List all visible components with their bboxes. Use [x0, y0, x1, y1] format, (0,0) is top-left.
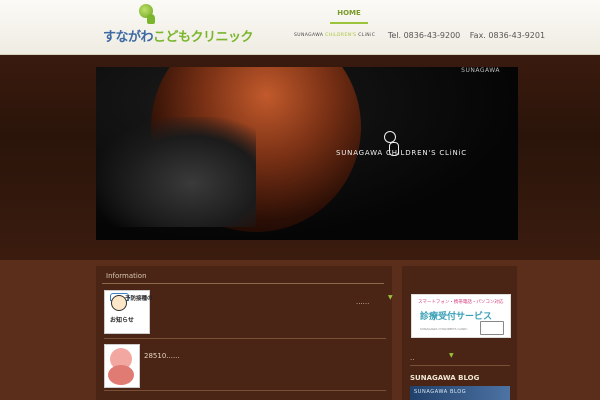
divider — [102, 283, 384, 284]
information-panel: Information 予防接種の お知らせ ...... ▼ 28510...… — [96, 266, 393, 400]
fax-number: Fax. 0836-43-9201 — [469, 31, 546, 40]
child-body-icon — [108, 365, 134, 385]
reception-service-banner[interactable]: スマートフォン・携帯電話・パソコン対応 診療受付サービス SUNAGAWA CH… — [411, 294, 511, 338]
logo-text: すながわこどもクリニック — [103, 26, 254, 45]
vaccination-notice-thumbnail[interactable]: 予防接種の お知らせ — [104, 290, 153, 334]
contact-info: SUNAGAWA CHiLDREN'S CLiNiC Tel. 0836-43-… — [294, 31, 545, 40]
blog-heading: SUNAGAWA BLOG — [410, 374, 480, 382]
blog-banner-text: SUNAGAWA BLOG — [414, 389, 467, 395]
logo-text-b: こどもクリニック — [153, 30, 254, 45]
sidebar-text: .. — [410, 354, 415, 362]
information-title: Information — [106, 272, 147, 280]
site-header: すながわこどもクリニック HOME SUNAGAWA CHiLDREN'S CL… — [0, 0, 600, 55]
thumb-text-top: 予防接種の — [125, 296, 153, 302]
thumb-text-bottom: お知らせ — [110, 317, 134, 324]
arrow-down-icon[interactable]: ▼ — [449, 352, 454, 359]
devices-icon — [480, 321, 504, 335]
child-photo-thumbnail[interactable] — [104, 344, 140, 388]
banner-footer: SUNAGAWA CHILDREN'S CLINIC — [420, 327, 468, 331]
clinic-name-b: CHiLDREN'S — [325, 33, 357, 38]
info-item-text[interactable]: ...... — [356, 298, 369, 306]
hero-image: SUNAGAWA SUNAGAWA CHiLDREN'S CLiNiC — [96, 67, 518, 240]
info-item[interactable]: 予防接種の お知らせ ...... ▼ — [104, 290, 393, 339]
clinic-name-c: CLiNiC — [358, 33, 376, 38]
clinic-name-a: SUNAGAWA — [294, 33, 324, 38]
hand-photo — [96, 117, 256, 227]
site-logo[interactable]: すながわこどもクリニック — [103, 4, 254, 48]
logo-text-a: すながわ — [103, 30, 154, 45]
info-item[interactable]: 28510...... — [104, 344, 386, 391]
divider — [410, 365, 510, 366]
clinic-name-small: SUNAGAWA CHiLDREN'S CLiNiC — [294, 33, 375, 38]
info-item-text[interactable]: 28510...... — [144, 352, 180, 360]
banner-subtitle: スマートフォン・携帯電話・パソコン対応 — [418, 300, 504, 305]
arrow-down-icon[interactable]: ▼ — [388, 294, 393, 301]
sidebar: スマートフォン・携帯電話・パソコン対応 診療受付サービス SUNAGAWA CH… — [402, 266, 517, 400]
phone-number: Tel. 0836-43-9200 — [387, 31, 461, 40]
hero-corner-label: SUNAGAWA — [461, 67, 500, 74]
hero-title: SUNAGAWA CHiLDREN'S CLiNiC — [336, 149, 467, 157]
child-figure-icon — [147, 14, 155, 24]
blog-banner[interactable]: SUNAGAWA BLOG — [410, 386, 510, 400]
nav-home-link[interactable]: HOME — [330, 6, 368, 24]
